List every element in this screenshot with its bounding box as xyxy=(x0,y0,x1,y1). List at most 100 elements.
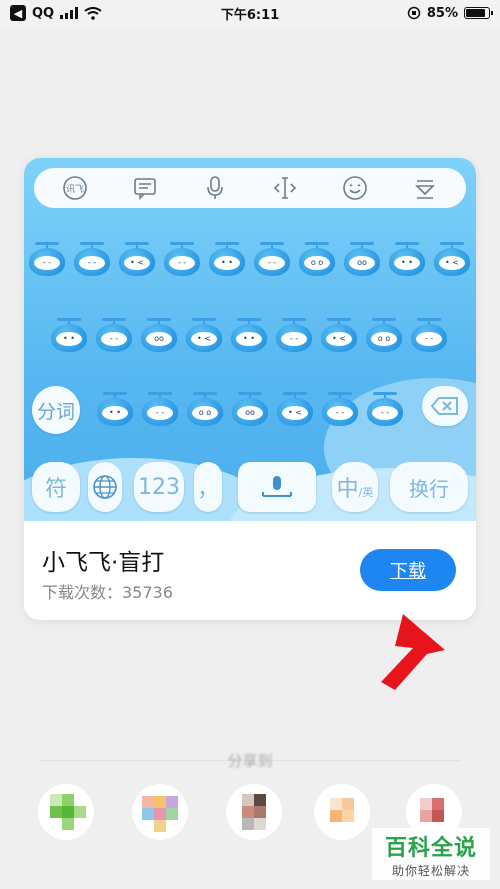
download-count: 下载次数：35736 xyxy=(42,583,173,602)
zh-label: 中 xyxy=(336,477,359,502)
robot-emoji-key[interactable]: • < xyxy=(185,316,223,354)
smiley-icon[interactable] xyxy=(340,173,370,203)
battery-percent: 85% xyxy=(426,5,458,21)
robot-face-icon: - - xyxy=(34,256,60,270)
robot-face-icon: oo xyxy=(349,256,375,270)
en-label: /英 xyxy=(358,486,374,499)
fenci-key-label: 分词 xyxy=(36,400,75,423)
robot-emoji-key[interactable]: - - xyxy=(321,390,359,428)
wifi-icon xyxy=(84,6,102,20)
robot-face-icon: - - xyxy=(101,332,127,346)
robot-emoji-key[interactable]: • • xyxy=(50,316,88,354)
robot-face-icon: o o xyxy=(304,256,330,270)
robot-face-icon: - - xyxy=(281,332,307,346)
robot-emoji-key[interactable]: • < xyxy=(320,316,358,354)
robot-face-icon: o o xyxy=(371,332,397,346)
number-key[interactable]: 123 xyxy=(134,462,184,512)
robot-emoji-key[interactable]: • < xyxy=(276,390,314,428)
backspace-key[interactable] xyxy=(422,386,468,426)
punctuation-key[interactable]: ， xyxy=(194,462,222,512)
robot-emoji-key[interactable]: - - xyxy=(253,240,291,278)
robot-face-icon: • < xyxy=(326,332,352,346)
robot-emoji-key[interactable]: - - xyxy=(366,390,404,428)
keyboard-toolbar: 讯飞 xyxy=(34,168,466,208)
number-key-label: 123 xyxy=(138,474,180,500)
punctuation-key-label: ， xyxy=(196,477,219,502)
robot-face-icon: • < xyxy=(282,406,308,420)
robot-emoji-key[interactable]: - - xyxy=(95,316,133,354)
robot-emoji-key[interactable]: - - xyxy=(410,316,448,354)
robot-emoji-key[interactable]: oo xyxy=(231,390,269,428)
back-to-app-icon[interactable]: ◀ xyxy=(10,5,26,21)
status-bar: ◀ QQ 下午6:11 85% xyxy=(0,0,500,26)
robot-face-icon: - - xyxy=(259,256,285,270)
robot-emoji-key[interactable]: • < xyxy=(433,240,471,278)
robot-emoji-key[interactable]: • • xyxy=(230,316,268,354)
robot-emoji-key[interactable]: - - xyxy=(28,240,66,278)
robot-emoji-key[interactable]: - - xyxy=(163,240,201,278)
share-label: 分享到 xyxy=(227,752,273,770)
share-target-wechat[interactable] xyxy=(38,784,94,840)
robot-face-icon: • < xyxy=(191,332,217,346)
robot-face-icon: • < xyxy=(124,256,150,270)
battery-icon xyxy=(464,7,493,19)
ime-logo-icon[interactable]: 讯飞 xyxy=(60,173,90,203)
skin-name: 小飞飞·盲打 xyxy=(42,550,165,576)
watermark-subtitle: 助你轻松解决 xyxy=(391,863,470,878)
voice-input-icon xyxy=(262,476,292,497)
robot-emoji-key[interactable]: • < xyxy=(118,240,156,278)
orientation-lock-icon xyxy=(407,6,421,20)
robot-face-icon: • < xyxy=(439,256,465,270)
symbol-key-label: 符 xyxy=(44,477,67,502)
robot-emoji-key[interactable]: o o xyxy=(298,240,336,278)
keyboard-skin-card: 讯飞 - - - - • < - - • • - - o o oo • • • < • • - - oo… xyxy=(24,158,476,620)
language-switch-key[interactable]: 中/英 xyxy=(332,462,378,512)
symbol-key[interactable]: 符 xyxy=(32,462,80,512)
status-left: ◀ QQ xyxy=(10,5,102,21)
robot-face-icon: oo xyxy=(237,406,263,420)
robot-face-icon: - - xyxy=(79,256,105,270)
robot-face-icon: • • xyxy=(236,332,262,346)
space-voice-key[interactable] xyxy=(238,462,316,512)
cellular-signal-icon xyxy=(60,7,79,19)
chat-bubble-icon[interactable] xyxy=(130,173,160,203)
robot-emoji-key[interactable]: • • xyxy=(388,240,426,278)
globe-key[interactable] xyxy=(88,462,122,512)
microphone-icon[interactable] xyxy=(200,173,230,203)
robot-emoji-key[interactable]: o o xyxy=(186,390,224,428)
cursor-move-icon[interactable] xyxy=(270,173,300,203)
backspace-icon xyxy=(430,397,458,415)
keyboard-hide-icon[interactable] xyxy=(410,173,440,203)
watermark-logo: 百科全说 助你轻松解决 xyxy=(372,828,490,880)
robot-face-icon: • • xyxy=(394,256,420,270)
download-button[interactable]: 下载 xyxy=(360,549,456,591)
robot-emoji-key[interactable]: o o xyxy=(365,316,403,354)
enter-key[interactable]: 换行 xyxy=(390,462,468,512)
enter-key-label: 换行 xyxy=(409,476,449,501)
red-arrow-icon xyxy=(381,614,445,690)
robot-emoji-key[interactable]: oo xyxy=(140,316,178,354)
robot-face-icon: • • xyxy=(214,256,240,270)
keyboard-preview: 讯飞 - - - - • < - - • • - - o o oo • • • < • • - - oo… xyxy=(24,158,476,608)
robot-emoji-key[interactable]: • • xyxy=(96,390,134,428)
robot-emoji-key[interactable]: - - xyxy=(275,316,313,354)
robot-face-icon: - - xyxy=(372,406,398,420)
robot-face-icon: - - xyxy=(416,332,442,346)
app-info: 小飞飞·盲打 下载次数：35736 下载 xyxy=(24,521,476,620)
robot-emoji-key[interactable]: - - xyxy=(141,390,179,428)
share-target-contact[interactable] xyxy=(226,784,282,840)
robot-face-icon: - - xyxy=(327,406,353,420)
back-app-label[interactable]: QQ xyxy=(32,6,54,21)
fenci-key[interactable]: 分词 xyxy=(32,386,80,434)
globe-icon xyxy=(93,475,117,499)
robot-face-icon: - - xyxy=(169,256,195,270)
robot-face-icon: - - xyxy=(147,406,173,420)
share-target-photos[interactable] xyxy=(132,784,188,840)
share-target-contact-2[interactable] xyxy=(314,784,370,840)
svg-text:讯飞: 讯飞 xyxy=(66,184,84,195)
robot-emoji-key[interactable]: • • xyxy=(208,240,246,278)
robot-emoji-key[interactable]: - - xyxy=(73,240,111,278)
robot-face-icon: • • xyxy=(56,332,82,346)
robot-emoji-key[interactable]: oo xyxy=(343,240,381,278)
robot-face-icon: • • xyxy=(102,406,128,420)
